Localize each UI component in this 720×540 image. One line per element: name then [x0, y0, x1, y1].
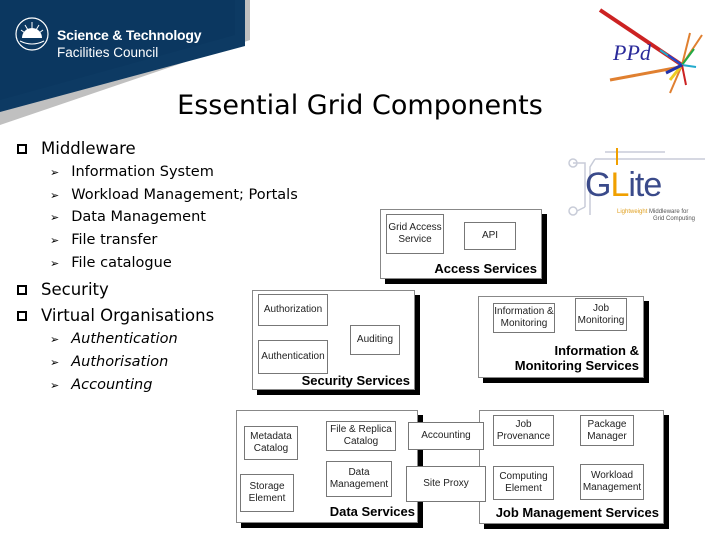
glite-tagline-c: Grid Computing: [653, 216, 696, 222]
component-grid-access-service: Grid Access Service: [386, 214, 444, 254]
square-bullet-icon: [17, 143, 27, 154]
component-data-management: Data Management: [326, 461, 392, 497]
glite-l: L: [610, 166, 629, 204]
arrow-bullet-icon: ➢: [50, 210, 60, 224]
bullet-middleware: Middleware: [17, 139, 136, 158]
stfc-logo-text: Science & Technology Facilities Council: [57, 27, 202, 61]
group-title-data: Data Services: [329, 504, 415, 519]
arrow-bullet-icon: ➢: [50, 256, 60, 270]
ppd-logo-text: PPd: [613, 40, 651, 65]
component-information-monitoring: Information & Monitoring: [493, 303, 555, 333]
group-title-security: Security Services: [301, 373, 410, 388]
component-computing-element: Computing Element: [493, 466, 554, 500]
component-authentication: Authentication: [258, 340, 328, 374]
sub-bullet-label: File catalogue: [71, 255, 172, 271]
glite-wordmark: GLite: [585, 166, 662, 204]
glite-ite: ite: [628, 166, 662, 204]
component-authorization: Authorization: [258, 294, 328, 326]
slide-title-text: Essential Grid Components: [177, 90, 543, 121]
glite-tagline-b: Middleware for: [649, 209, 689, 215]
square-bullet-icon: [17, 310, 27, 321]
sub-bullet: ➢ File catalogue: [50, 255, 172, 271]
sub-bullet-label: File transfer: [71, 232, 158, 248]
sub-bullet-label: Data Management: [71, 209, 206, 225]
sub-bullet: ➢ Accounting: [50, 377, 152, 393]
component-file-replica-catalog: File & Replica Catalog: [326, 421, 396, 451]
group-title-access: Access Services: [434, 261, 537, 276]
org-name-line1: Science & Technology: [57, 27, 202, 43]
sub-bullet: ➢ Workload Management; Portals: [50, 187, 298, 203]
component-accounting: Accounting: [408, 422, 484, 450]
sub-bullet-label: Accounting: [71, 377, 153, 393]
arrow-bullet-icon: ➢: [50, 378, 60, 392]
sub-bullet: ➢ Data Management: [50, 209, 206, 225]
arrow-bullet-icon: ➢: [50, 188, 60, 202]
glite-tagline-a: Lightweight: [617, 209, 648, 215]
sub-bullet: ➢ Information System: [50, 164, 214, 180]
slide-title: Essential Grid Components: [0, 90, 720, 121]
sub-bullet: ➢ Authorisation: [50, 354, 168, 370]
component-package-manager: Package Manager: [580, 415, 634, 446]
glite-logo: GLite Lightweight Middleware for Grid Co…: [565, 145, 715, 230]
arrow-bullet-icon: ➢: [50, 355, 60, 369]
sub-bullet-label: Information System: [71, 164, 214, 180]
sub-bullet-label: Workload Management; Portals: [71, 187, 298, 203]
component-api: API: [464, 222, 516, 250]
arrow-bullet-icon: ➢: [50, 165, 60, 179]
component-metadata-catalog: Metadata Catalog: [244, 426, 298, 460]
stfc-sun-icon: [15, 17, 49, 51]
org-name-line2: Facilities Council: [57, 45, 159, 60]
component-site-proxy: Site Proxy: [406, 466, 486, 502]
ppd-burst-icon: [598, 8, 703, 94]
sub-bullet-label: Authentication: [71, 331, 178, 347]
glite-g: G: [585, 166, 611, 204]
group-title-line1: Information &: [554, 343, 640, 358]
group-title-line2: Monitoring Services: [514, 358, 639, 373]
bullet-label: Middleware: [41, 139, 136, 158]
group-title-job-management: Job Management Services: [495, 505, 659, 520]
arrow-bullet-icon: ➢: [50, 332, 60, 346]
square-bullet-icon: [17, 284, 27, 295]
glite-tagline: Lightweight Middleware for Grid Computin…: [617, 209, 695, 223]
sub-bullet-label: Authorisation: [71, 354, 169, 370]
component-job-provenance: Job Provenance: [493, 415, 554, 446]
sub-bullet: ➢ File transfer: [50, 232, 157, 248]
component-auditing: Auditing: [350, 325, 400, 355]
sub-bullet: ➢ Authentication: [50, 331, 178, 347]
component-job-monitoring: Job Monitoring: [575, 298, 627, 331]
group-title-info-monitoring: Information & Monitoring Services: [478, 343, 639, 373]
bullet-security: Security: [17, 280, 109, 299]
arrow-bullet-icon: ➢: [50, 233, 60, 247]
component-workload-management: Workload Management: [580, 464, 644, 500]
bullet-virtual-organisations: Virtual Organisations: [17, 306, 214, 325]
bullet-label: Security: [41, 280, 109, 299]
bullet-label: Virtual Organisations: [41, 306, 215, 325]
